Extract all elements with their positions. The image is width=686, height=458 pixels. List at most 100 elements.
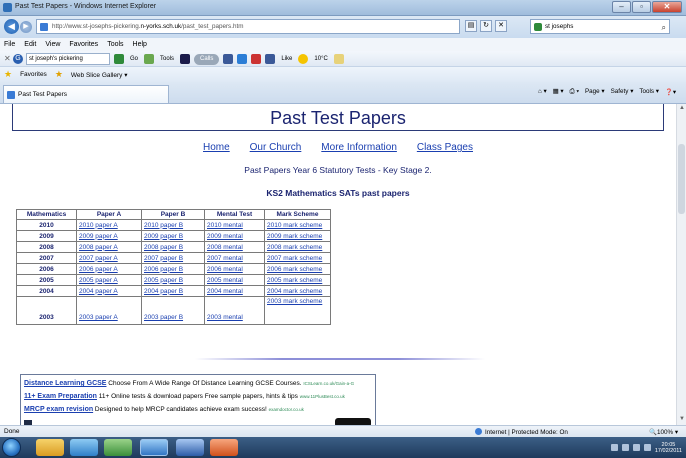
search-box[interactable]: st josephs ⌕ bbox=[530, 19, 670, 34]
toolbar-tools[interactable]: Tools bbox=[158, 53, 176, 65]
tab-past-test-papers[interactable]: Past Test Papers bbox=[3, 85, 169, 103]
toolbar-search-input[interactable]: st joseph's pickering bbox=[26, 53, 110, 65]
maximize-button[interactable]: ▫ bbox=[632, 1, 651, 13]
address-bar[interactable]: http://www.st-josephs-pickering.n-yorks.… bbox=[36, 19, 460, 34]
compat-view-icon[interactable]: ▤ bbox=[465, 20, 477, 32]
paper-b-link[interactable]: 2003 paper B bbox=[144, 314, 183, 321]
ads-by-google-badge[interactable] bbox=[335, 418, 371, 425]
toolbar-calls[interactable]: Calls bbox=[194, 53, 220, 65]
stop-icon[interactable]: ✕ bbox=[495, 20, 507, 32]
paper-a-link[interactable]: 2004 paper A bbox=[79, 288, 118, 295]
vertical-scrollbar[interactable]: ▲ ▼ bbox=[676, 104, 686, 425]
search-text[interactable]: st josephs bbox=[545, 23, 573, 30]
network-icon[interactable] bbox=[632, 444, 640, 451]
paper-b-link[interactable]: 2004 paper B bbox=[144, 288, 183, 295]
paper-a-link[interactable]: 2007 paper A bbox=[79, 255, 118, 262]
back-button[interactable]: ◀ bbox=[4, 19, 19, 34]
menu-tools[interactable]: Tools bbox=[107, 38, 123, 51]
safety-menu[interactable]: Safety ▾ bbox=[611, 88, 634, 96]
ad-link[interactable]: MRCP exam revision bbox=[24, 406, 93, 413]
paper-b-link[interactable]: 2006 paper B bbox=[144, 266, 183, 273]
mark-scheme-link[interactable]: 2007 mark scheme bbox=[267, 255, 322, 262]
minimize-button[interactable]: – bbox=[612, 1, 631, 13]
ad-source[interactable]: examdoctor.co.uk bbox=[269, 407, 304, 412]
scroll-down-icon[interactable]: ▼ bbox=[678, 416, 686, 424]
close-button[interactable]: ✕ bbox=[652, 1, 682, 13]
ad-link[interactable]: 11+ Exam Preparation bbox=[24, 393, 97, 400]
nav-home[interactable]: Home bbox=[203, 142, 230, 153]
internet-explorer-taskbar-icon[interactable] bbox=[140, 439, 168, 456]
browser-icon[interactable] bbox=[237, 54, 248, 64]
mark-scheme-link[interactable]: 2003 mark scheme bbox=[267, 298, 322, 305]
toolbar-close-icon[interactable]: ✕ bbox=[4, 54, 11, 63]
mail-icon[interactable] bbox=[251, 54, 262, 64]
mental-test-link[interactable]: 2009 mental bbox=[207, 233, 243, 240]
media-player-taskbar-icon[interactable] bbox=[176, 439, 204, 456]
menu-file[interactable]: File bbox=[4, 38, 15, 51]
paper-a-link[interactable]: 2005 paper A bbox=[79, 277, 118, 284]
favorites-button[interactable]: Favorites bbox=[20, 71, 47, 78]
paper-b-link[interactable]: 2010 paper B bbox=[144, 222, 183, 229]
go-icon[interactable] bbox=[114, 54, 124, 64]
mark-scheme-link[interactable]: 2009 mark scheme bbox=[267, 233, 322, 240]
nav-our-church[interactable]: Our Church bbox=[250, 142, 302, 153]
google-icon[interactable]: G bbox=[13, 54, 23, 64]
media-taskbar-icon[interactable] bbox=[70, 439, 98, 456]
favorites-star-icon[interactable]: ★ bbox=[4, 69, 12, 80]
ad-link[interactable]: Distance Learning GCSE bbox=[24, 380, 106, 387]
mark-scheme-link[interactable]: 2010 mark scheme bbox=[267, 222, 322, 229]
mark-scheme-link[interactable]: 2008 mark scheme bbox=[267, 244, 322, 251]
bucket-icon[interactable] bbox=[333, 54, 344, 64]
paper-b-link[interactable]: 2009 paper B bbox=[144, 233, 183, 240]
nav-class-pages[interactable]: Class Pages bbox=[417, 142, 473, 153]
facebook-icon[interactable] bbox=[223, 54, 234, 64]
print-icon[interactable]: ⎙ ▾ bbox=[570, 88, 579, 96]
add-favorite-icon[interactable]: ★ bbox=[55, 69, 63, 80]
mental-test-link[interactable]: 2004 mental bbox=[207, 288, 243, 295]
mental-test-link[interactable]: 2008 mental bbox=[207, 244, 243, 251]
scrollbar-thumb[interactable] bbox=[678, 144, 685, 214]
paper-a-link[interactable]: 2010 paper A bbox=[79, 222, 118, 229]
tray-arrow-icon[interactable] bbox=[610, 444, 618, 451]
flag-icon[interactable] bbox=[621, 444, 629, 451]
forward-button[interactable]: ▶ bbox=[20, 21, 32, 33]
puzzle-icon[interactable] bbox=[144, 54, 155, 64]
mark-scheme-link[interactable]: 2005 mark scheme bbox=[267, 277, 322, 284]
mental-test-link[interactable]: 2006 mental bbox=[207, 266, 243, 273]
help-icon[interactable]: ❓▾ bbox=[665, 88, 676, 96]
paper-b-link[interactable]: 2005 paper B bbox=[144, 277, 183, 284]
binoculars-icon[interactable] bbox=[180, 54, 191, 64]
menu-help[interactable]: Help bbox=[133, 38, 147, 51]
paper-a-link[interactable]: 2003 paper A bbox=[79, 314, 118, 321]
menu-favorites[interactable]: Favorites bbox=[69, 38, 98, 51]
start-button[interactable] bbox=[2, 438, 21, 457]
menu-view[interactable]: View bbox=[45, 38, 60, 51]
app-taskbar-icon[interactable] bbox=[104, 439, 132, 456]
web-slice-gallery-link[interactable]: Web Slice Gallery ▾ bbox=[71, 71, 128, 79]
ad-source[interactable]: ICSLearn.co.uk/Gain-a-G bbox=[303, 381, 354, 386]
mental-test-link[interactable]: 2005 mental bbox=[207, 277, 243, 284]
paper-a-link[interactable]: 2006 paper A bbox=[79, 266, 118, 273]
toolbar-like[interactable]: Like bbox=[279, 53, 294, 65]
page-menu[interactable]: Page ▾ bbox=[585, 88, 605, 96]
nav-more-information[interactable]: More Information bbox=[321, 142, 397, 153]
home-icon[interactable]: ⌂ ▾ bbox=[538, 88, 547, 96]
refresh-icon[interactable]: ↻ bbox=[480, 20, 492, 32]
explorer-taskbar-icon[interactable] bbox=[36, 439, 64, 456]
like-icon[interactable] bbox=[265, 54, 276, 64]
paper-a-link[interactable]: 2009 paper A bbox=[79, 233, 118, 240]
mark-scheme-link[interactable]: 2004 mark scheme bbox=[267, 288, 322, 295]
ad-source[interactable]: www.11PlusBest.co.uk bbox=[300, 394, 345, 399]
tools-menu[interactable]: Tools ▾ bbox=[639, 88, 659, 96]
security-zone[interactable]: Internet | Protected Mode: On bbox=[475, 428, 568, 436]
mark-scheme-link[interactable]: 2006 mark scheme bbox=[267, 266, 322, 273]
paper-b-link[interactable]: 2008 paper B bbox=[144, 244, 183, 251]
volume-icon[interactable] bbox=[643, 444, 651, 451]
toolbar-go[interactable]: Go bbox=[128, 53, 140, 65]
menu-edit[interactable]: Edit bbox=[24, 38, 36, 51]
feeds-icon[interactable]: ▦ ▾ bbox=[553, 88, 564, 96]
url-text[interactable]: http://www.st-josephs-pickering.n-yorks.… bbox=[52, 23, 243, 30]
search-icon[interactable]: ⌕ bbox=[662, 23, 666, 33]
paper-a-link[interactable]: 2008 paper A bbox=[79, 244, 118, 251]
mental-test-link[interactable]: 2010 mental bbox=[207, 222, 243, 229]
